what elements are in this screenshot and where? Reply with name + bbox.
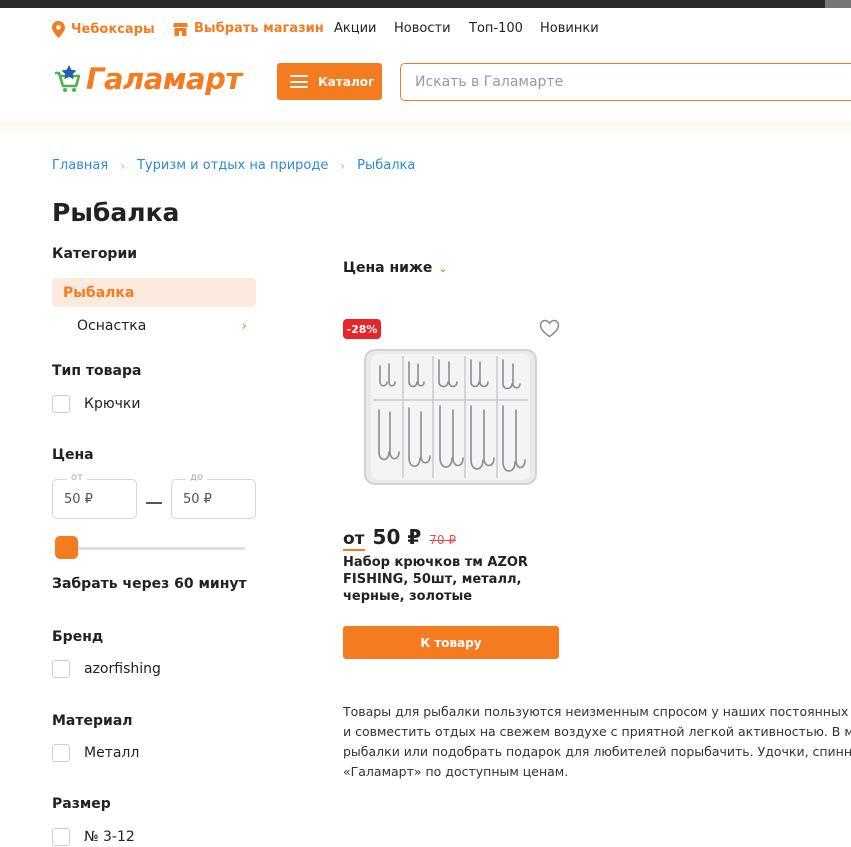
heart-icon[interactable] bbox=[539, 319, 560, 338]
size-title: Размер bbox=[52, 796, 111, 812]
filter-size-3-12[interactable]: № 3-12 bbox=[52, 828, 135, 846]
price-to-label: до bbox=[186, 472, 208, 483]
seo-line: и совместить отдых на свежем воздухе с п… bbox=[343, 724, 851, 739]
breadcrumb: Главная › Туризм и отдых на природе › Ры… bbox=[52, 158, 415, 173]
go-to-product-button[interactable]: К товару bbox=[343, 626, 559, 659]
checkbox[interactable] bbox=[52, 660, 70, 678]
filter-option-label: № 3-12 bbox=[84, 829, 135, 845]
seo-line: рыбалки или подобрать подарок для любите… bbox=[343, 744, 851, 759]
logo-text: Галамарт bbox=[86, 62, 242, 96]
nav-link-news[interactable]: Новости bbox=[394, 21, 451, 36]
price-range-dash bbox=[146, 502, 162, 504]
pickup-filter[interactable]: Забрать через 60 минут bbox=[52, 576, 247, 592]
breadcrumb-fishing[interactable]: Рыбалка bbox=[357, 158, 415, 173]
checkbox[interactable] bbox=[52, 744, 70, 762]
location-pin-icon bbox=[52, 21, 65, 38]
price-to-value: 50 ₽ bbox=[183, 491, 212, 507]
price-slider-thumb[interactable] bbox=[55, 536, 78, 559]
category-fishing-active[interactable]: Рыбалка bbox=[52, 278, 256, 307]
current-price: 50 ₽ bbox=[372, 525, 422, 549]
filter-type-hooks[interactable]: Крючки bbox=[52, 395, 140, 413]
city-label: Чебоксары bbox=[71, 22, 155, 37]
filter-brand-azorfishing[interactable]: azorfishing bbox=[52, 660, 161, 678]
price-from-value: 50 ₽ bbox=[64, 491, 93, 507]
catalog-button-label: Каталог bbox=[318, 74, 375, 89]
categories-title: Категории bbox=[52, 246, 138, 262]
material-title: Материал bbox=[52, 713, 133, 729]
header-shadow bbox=[0, 122, 851, 136]
price-line: от 50 ₽ 70 ₽ bbox=[343, 525, 456, 551]
product-name[interactable]: Набор крючков тм AZOR FISHING, 50шт, мет… bbox=[343, 554, 543, 605]
sort-dropdown[interactable]: Цена ниже ⌄ bbox=[343, 260, 448, 276]
price-from-label: от bbox=[67, 472, 87, 483]
seo-description: Товары для рыбалки пользуются неизменным… bbox=[343, 702, 851, 782]
city-selector[interactable]: Чебоксары bbox=[52, 21, 155, 38]
filter-option-label: Металл bbox=[84, 745, 140, 761]
site-header: Галамарт Каталог bbox=[0, 52, 851, 124]
logo[interactable]: Галамарт bbox=[52, 62, 242, 96]
browser-top-strip bbox=[0, 0, 851, 8]
price-to-field[interactable]: до 50 ₽ bbox=[171, 472, 256, 519]
filter-option-label: Крючки bbox=[84, 396, 141, 412]
top-navigation: Чебоксары Выбрать магазин Акции Новости … bbox=[0, 8, 851, 52]
subcategory-label: Оснастка bbox=[77, 318, 147, 334]
store-selector[interactable]: Выбрать магазин bbox=[173, 21, 324, 36]
price-from-prefix: от bbox=[343, 529, 365, 551]
chevron-right-icon: › bbox=[340, 158, 346, 173]
product-type-title: Тип товара bbox=[52, 363, 142, 379]
search-input[interactable] bbox=[400, 63, 851, 101]
chevron-down-icon: ⌄ bbox=[438, 261, 448, 275]
scroll-indicator bbox=[825, 0, 851, 8]
filter-material-metal[interactable]: Металл bbox=[52, 744, 139, 762]
nav-link-top100[interactable]: Топ-100 bbox=[469, 21, 523, 36]
catalog-button[interactable]: Каталог bbox=[277, 63, 382, 100]
breadcrumb-tourism[interactable]: Туризм и отдых на природе bbox=[137, 158, 328, 173]
category-label: Рыбалка bbox=[63, 284, 135, 301]
menu-icon bbox=[290, 75, 308, 88]
logo-cart-star-icon bbox=[55, 65, 81, 92]
checkbox[interactable] bbox=[52, 828, 70, 846]
chevron-right-icon: › bbox=[120, 158, 125, 173]
price-title: Цена bbox=[52, 447, 94, 463]
checkbox[interactable] bbox=[52, 395, 70, 413]
old-price: 70 ₽ bbox=[429, 533, 456, 547]
subcategory-tackle[interactable]: Оснастка › bbox=[77, 316, 247, 336]
store-icon bbox=[173, 22, 188, 36]
seo-line: Товары для рыбалки пользуются неизменным… bbox=[343, 704, 851, 719]
price-slider-track[interactable] bbox=[60, 547, 245, 550]
discount-badge: -28% bbox=[343, 319, 381, 339]
price-from-field[interactable]: от 50 ₽ bbox=[52, 472, 137, 519]
nav-link-new[interactable]: Новинки bbox=[540, 21, 599, 36]
store-label: Выбрать магазин bbox=[194, 21, 324, 36]
filter-option-label: azorfishing bbox=[84, 661, 161, 677]
brand-title: Бренд bbox=[52, 629, 104, 645]
sort-label: Цена ниже bbox=[343, 260, 433, 276]
page-title: Рыбалка bbox=[52, 198, 180, 227]
chevron-right-icon: › bbox=[241, 318, 247, 334]
product-image[interactable] bbox=[363, 348, 538, 488]
nav-link-promotions[interactable]: Акции bbox=[334, 21, 377, 36]
breadcrumb-home[interactable]: Главная bbox=[52, 158, 108, 173]
seo-line: «Галамарт» по доступным ценам. bbox=[343, 764, 569, 779]
